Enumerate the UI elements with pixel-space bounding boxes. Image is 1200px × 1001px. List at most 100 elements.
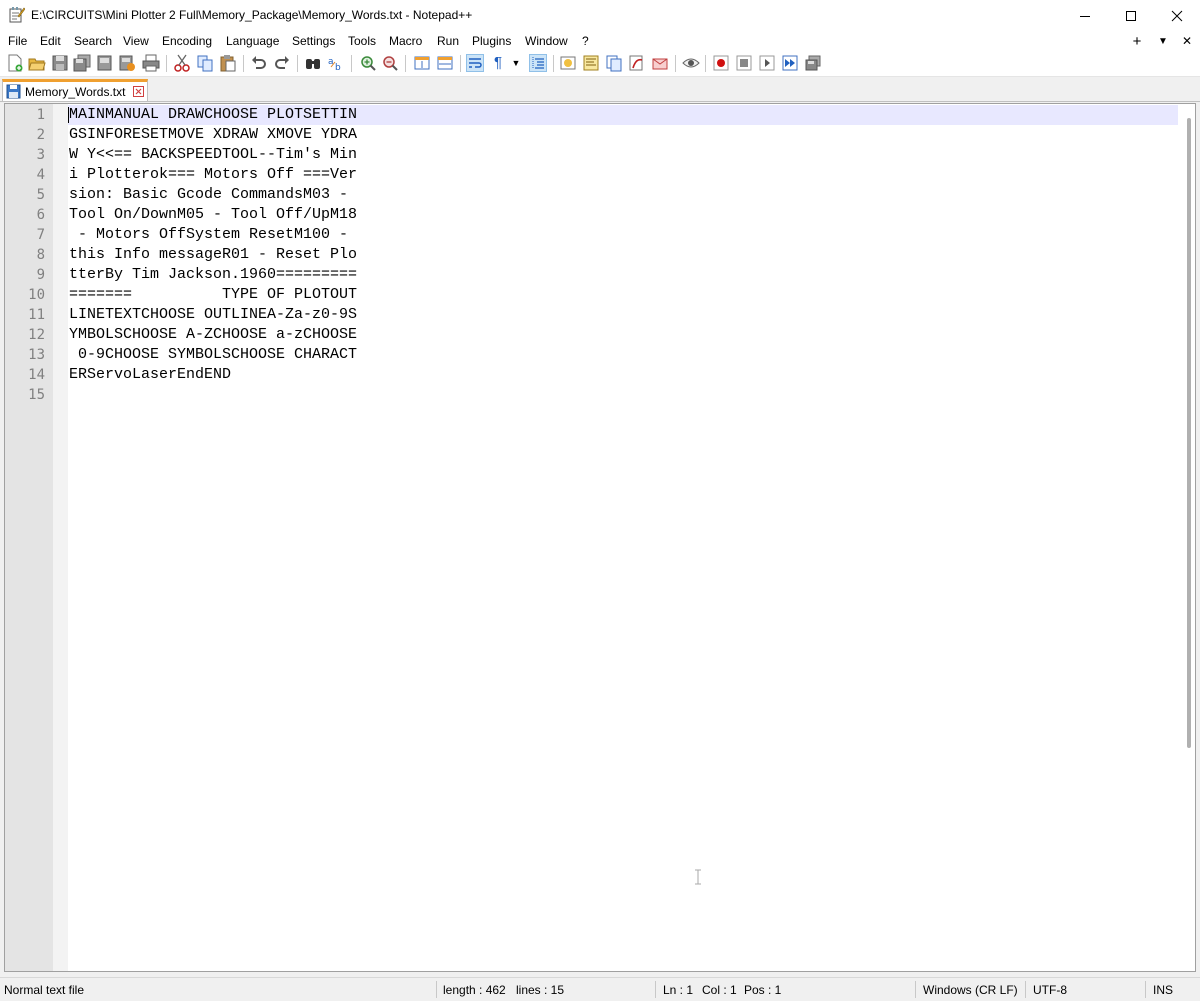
text-line[interactable]: 0-9CHOOSE SYMBOLSCHOOSE CHARACT (69, 345, 357, 365)
tab-close-icon[interactable] (133, 86, 144, 97)
toolbar-separator (460, 55, 461, 72)
text-line[interactable]: i Plotterok=== Motors Off ===Ver (69, 165, 357, 185)
save-icon (52, 55, 68, 71)
menu-window[interactable]: Window (525, 34, 568, 48)
menu-help[interactable]: ? (582, 34, 589, 48)
close-all-button[interactable] (118, 54, 136, 72)
status-eol-format[interactable]: Windows (CR LF) (923, 983, 1018, 997)
stop-record-button[interactable] (735, 54, 753, 72)
menu-view[interactable]: View (123, 34, 149, 48)
text-line[interactable]: MAINMANUAL DRAWCHOOSE PLOTSETTIN (69, 105, 357, 125)
text-line[interactable]: sion: Basic Gcode CommandsM03 - (69, 185, 348, 205)
replace-button[interactable]: ab (327, 54, 345, 72)
close-window-button[interactable] (1154, 0, 1200, 31)
add-tab-button[interactable]: + (1128, 32, 1146, 50)
scrollbar-thumb[interactable] (1187, 118, 1191, 748)
line-number: 10 (28, 287, 45, 303)
undo-button[interactable] (250, 54, 268, 72)
zoom-in-icon (361, 56, 376, 71)
run-macro-multiple-icon (782, 55, 798, 71)
save-all-button[interactable] (73, 54, 91, 72)
line-number: 8 (36, 247, 45, 263)
monitoring-button[interactable] (651, 54, 669, 72)
indent-guide-icon (532, 57, 544, 69)
text-line[interactable]: Tool On/DownM05 - Tool Off/UpM18 (69, 205, 357, 225)
text-line[interactable]: GSINFORESETMOVE XDRAW XMOVE YDRA (69, 125, 357, 145)
text-line[interactable]: W Y<<== BACKSPEEDTOOL--Tim's Min (69, 145, 357, 165)
text-line[interactable]: ERServoLaserEndEND (69, 365, 231, 385)
cut-button[interactable] (173, 54, 191, 72)
record-macro-button[interactable] (712, 54, 730, 72)
mouse-ibeam-cursor-icon (695, 869, 701, 885)
toolbar-separator (351, 55, 352, 72)
text-line[interactable]: this Info messageR01 - Reset Plo (69, 245, 357, 265)
menu-run[interactable]: Run (437, 34, 459, 48)
open-file-button[interactable] (28, 54, 46, 72)
folder-as-workspace-icon (629, 55, 643, 71)
show-all-characters-icon: ¶ (493, 54, 503, 71)
show-symbols-dropdown[interactable]: ▼ (510, 54, 522, 72)
save-macro-button[interactable] (804, 54, 822, 72)
close-file-button[interactable] (96, 54, 114, 72)
text-line[interactable]: YMBOLSCHOOSE A-ZCHOOSE a-zCHOOSE (69, 325, 357, 345)
maximize-button[interactable] (1108, 0, 1154, 31)
maximize-icon (1126, 10, 1136, 21)
text-line[interactable]: LINETEXTCHOOSE OUTLINEA-Za-z0-9S (69, 305, 357, 325)
zoom-out-button[interactable] (381, 54, 399, 72)
print-button[interactable] (142, 54, 160, 72)
fold-margin[interactable] (53, 104, 68, 971)
menu-language[interactable]: Language (226, 34, 279, 48)
function-list-button[interactable] (605, 54, 623, 72)
tab-memory-words[interactable]: Memory_Words.txt (2, 79, 148, 101)
text-line[interactable]: tterBy Tim Jackson.1960========= (69, 265, 357, 285)
vertical-scrollbar[interactable] (1181, 104, 1195, 971)
window-title: E:\CIRCUITS\Mini Plotter 2 Full\Memory_P… (31, 8, 473, 22)
save-button[interactable] (51, 54, 69, 72)
view-in-browser-button[interactable] (682, 54, 700, 72)
indent-guide-button[interactable] (529, 54, 547, 72)
chevron-down-icon: ▼ (511, 58, 521, 68)
saved-file-icon (6, 84, 21, 99)
menu-plugins[interactable]: Plugins (472, 34, 511, 48)
toolbar-separator (705, 55, 706, 72)
text-line[interactable]: - Motors OffSystem ResetM100 - (69, 225, 348, 245)
paste-button[interactable] (219, 54, 237, 72)
document-map-button[interactable] (582, 54, 600, 72)
folder-as-workspace-button[interactable] (628, 54, 646, 72)
play-macro-button[interactable] (758, 54, 776, 72)
eye-icon (682, 58, 700, 68)
show-all-characters-button[interactable]: ¶ (489, 54, 507, 72)
status-lines: lines : 15 (516, 983, 565, 997)
redo-button[interactable] (273, 54, 291, 72)
menu-file[interactable]: File (8, 34, 27, 48)
sync-horizontal-icon (437, 56, 453, 70)
find-button[interactable] (304, 54, 322, 72)
sync-vertical-button[interactable] (413, 54, 431, 72)
menu-search[interactable]: Search (74, 34, 112, 48)
menu-settings[interactable]: Settings (292, 34, 335, 48)
menu-edit[interactable]: Edit (40, 34, 61, 48)
word-wrap-button[interactable] (466, 54, 484, 72)
tab-list-dropdown-button[interactable]: ▼ (1154, 32, 1172, 50)
copy-button[interactable] (196, 54, 214, 72)
new-file-icon (8, 54, 23, 72)
define-language-button[interactable] (559, 54, 577, 72)
status-separator (915, 981, 916, 998)
line-number: 5 (36, 187, 45, 203)
menu-encoding[interactable]: Encoding (162, 34, 212, 48)
menu-tools[interactable]: Tools (348, 34, 376, 48)
sync-horizontal-button[interactable] (436, 54, 454, 72)
minimize-button[interactable] (1062, 0, 1108, 31)
run-macro-multiple-button[interactable] (781, 54, 799, 72)
new-file-button[interactable] (6, 54, 24, 72)
zoom-in-button[interactable] (359, 54, 377, 72)
replace-icon: ab (328, 57, 341, 72)
text-line[interactable]: ======= TYPE OF PLOTOUT (69, 285, 357, 305)
status-encoding[interactable]: UTF-8 (1033, 983, 1067, 997)
status-insert-mode[interactable]: INS (1153, 983, 1173, 997)
text-area[interactable]: MAINMANUAL DRAWCHOOSE PLOTSETTIN GSINFOR… (68, 104, 1181, 971)
document-map-icon (583, 55, 599, 71)
editor[interactable]: 1 2 3 4 5 6 7 8 9 10 11 12 13 14 15 MAIN… (4, 103, 1196, 972)
menu-macro[interactable]: Macro (389, 34, 422, 48)
close-tab-button[interactable]: ✕ (1178, 32, 1196, 50)
